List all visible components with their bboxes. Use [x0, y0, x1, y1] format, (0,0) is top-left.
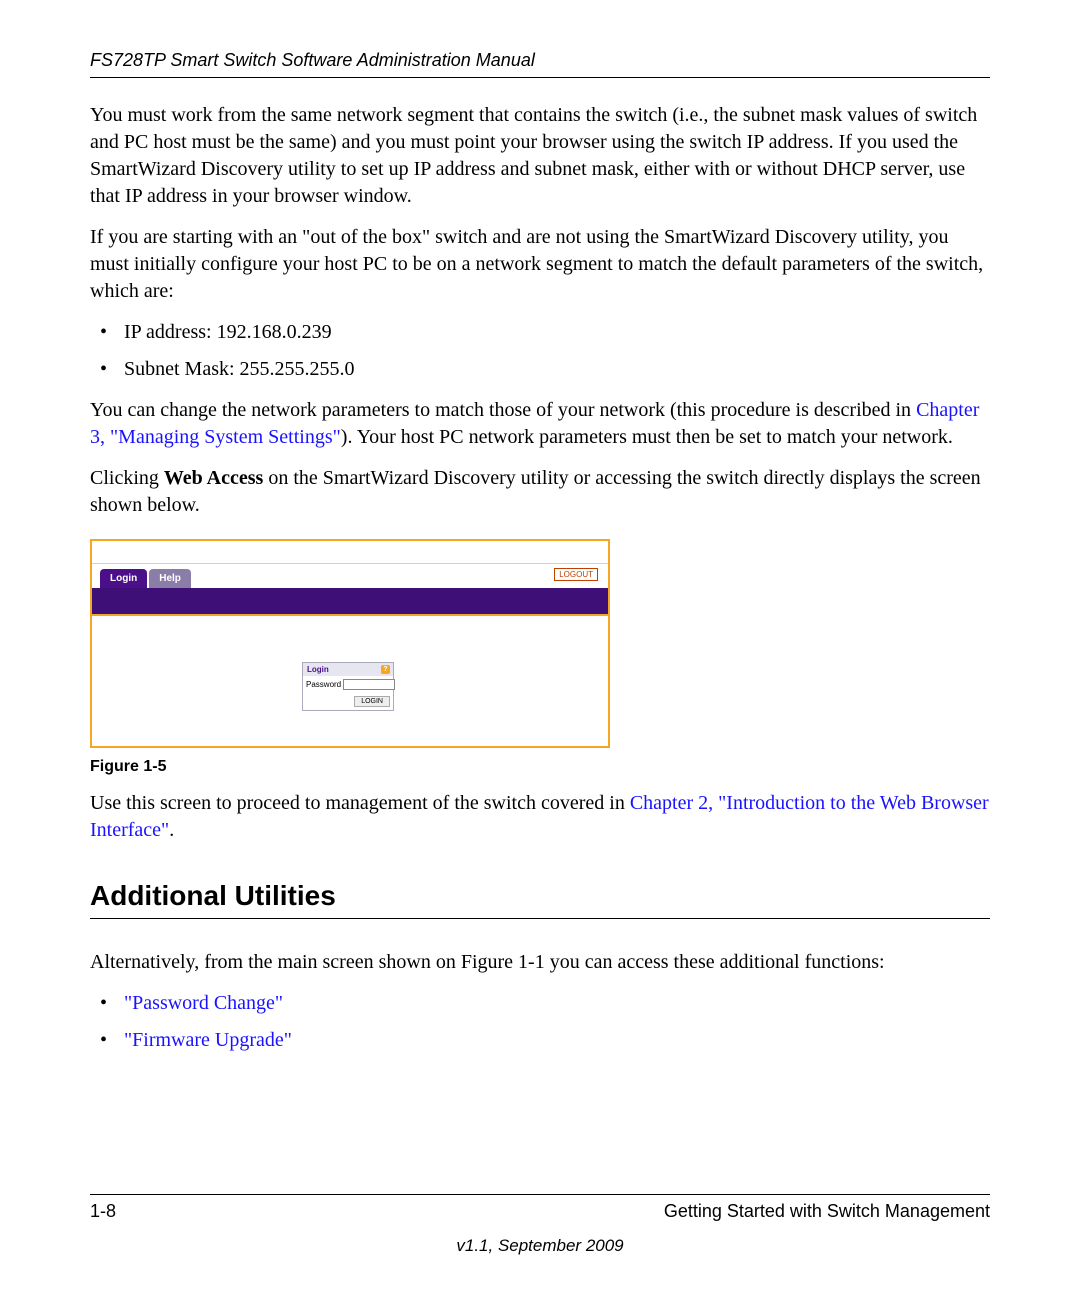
logout-button: LOGOUT: [554, 568, 598, 581]
section-heading: Additional Utilities: [90, 880, 990, 919]
figure-1-5: Login Help LOGOUT Login ? Password LOG: [90, 539, 990, 748]
body-paragraph: You can change the network parameters to…: [90, 397, 990, 451]
login-button-row: LOGIN: [303, 693, 393, 710]
list-item: "Firmware Upgrade": [90, 1027, 990, 1054]
footer-line: 1-8 Getting Started with Switch Manageme…: [90, 1194, 990, 1222]
page-number: 1-8: [90, 1201, 116, 1222]
login-screenshot: Login Help LOGOUT Login ? Password LOG: [90, 539, 610, 748]
password-change-link[interactable]: "Password Change": [124, 992, 283, 1014]
body-paragraph: Alternatively, from the main screen show…: [90, 949, 990, 976]
body-paragraph: If you are starting with an "out of the …: [90, 224, 990, 305]
utilities-list: "Password Change" "Firmware Upgrade": [90, 990, 990, 1054]
page-footer: 1-8 Getting Started with Switch Manageme…: [90, 1194, 990, 1256]
chapter-title: Getting Started with Switch Management: [664, 1201, 990, 1222]
document-page: FS728TP Smart Switch Software Administra…: [0, 0, 1080, 1296]
password-row: Password: [303, 676, 393, 693]
list-item: IP address: 192.168.0.239: [90, 319, 990, 346]
text-run: You can change the network parameters to…: [90, 399, 916, 421]
running-header: FS728TP Smart Switch Software Administra…: [90, 50, 990, 78]
screenshot-purple-bar: [92, 588, 608, 616]
login-button: LOGIN: [354, 696, 390, 707]
firmware-upgrade-link[interactable]: "Firmware Upgrade": [124, 1029, 292, 1051]
login-box-title-text: Login: [307, 665, 329, 674]
body-paragraph: Use this screen to proceed to management…: [90, 790, 990, 844]
tab-login: Login: [100, 569, 147, 588]
doc-version: v1.1, September 2009: [90, 1236, 990, 1256]
login-box-title: Login ?: [303, 663, 393, 676]
screenshot-body: Login ? Password LOGIN: [92, 616, 608, 746]
body-paragraph: You must work from the same network segm…: [90, 102, 990, 210]
list-item: Subnet Mask: 255.255.255.0: [90, 356, 990, 383]
default-params-list: IP address: 192.168.0.239 Subnet Mask: 2…: [90, 319, 990, 383]
figure-caption: Figure 1-5: [90, 758, 990, 776]
password-input: [343, 679, 395, 690]
screenshot-tabs: Login Help LOGOUT: [92, 564, 608, 588]
text-run: Clicking: [90, 467, 164, 489]
spacer: [90, 921, 990, 949]
login-box: Login ? Password LOGIN: [302, 662, 394, 711]
text-run: Use this screen to proceed to management…: [90, 792, 630, 814]
help-icon: ?: [381, 665, 390, 674]
web-access-bold: Web Access: [164, 467, 263, 489]
screenshot-header-blank: [92, 541, 608, 564]
tab-help: Help: [149, 569, 191, 588]
password-label: Password: [306, 680, 341, 689]
body-paragraph: Clicking Web Access on the SmartWizard D…: [90, 465, 990, 519]
text-run: ). Your host PC network parameters must …: [341, 426, 953, 448]
text-run: .: [169, 819, 174, 841]
list-item: "Password Change": [90, 990, 990, 1017]
